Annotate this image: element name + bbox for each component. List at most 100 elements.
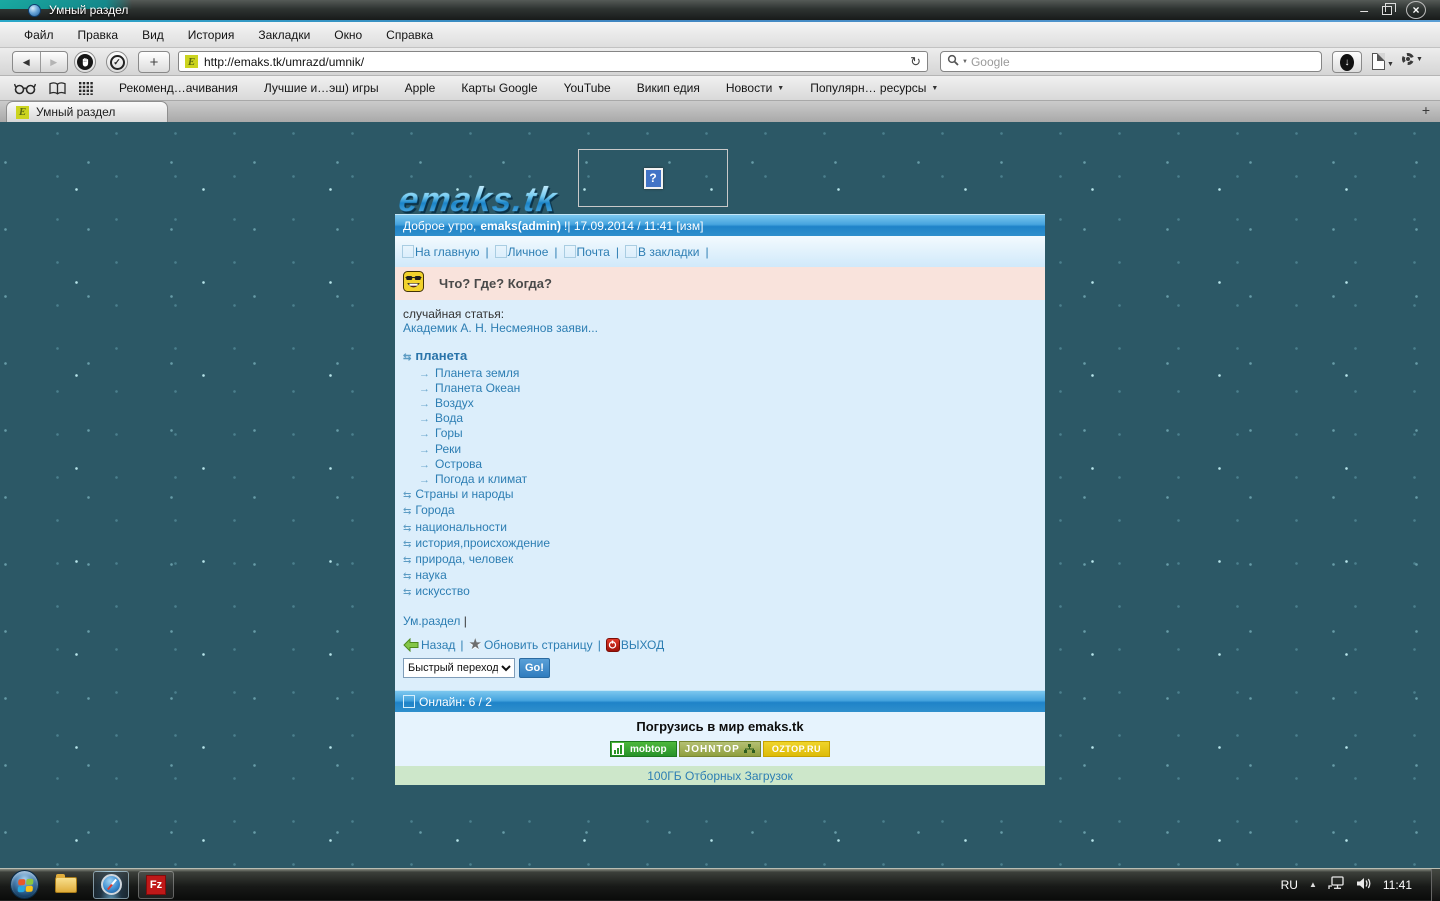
minimize-button[interactable]: –: [1360, 5, 1368, 15]
star-icon: ★: [469, 638, 482, 652]
tray-expand-icon[interactable]: ▲: [1309, 880, 1317, 889]
network-icon[interactable]: [1328, 876, 1345, 893]
smiley-sunglasses-icon: [403, 271, 424, 297]
tree-link[interactable]: история,происхождение: [415, 536, 550, 550]
nav-button-group: ◀ ▶: [12, 51, 68, 73]
taskbar-filezilla-button[interactable]: Fz: [138, 871, 174, 899]
greeting-text: Доброе утро,: [403, 219, 476, 233]
site-logo[interactable]: emaks.tk: [396, 180, 559, 220]
reading-list-icon[interactable]: [14, 82, 36, 95]
menu-window[interactable]: Окно: [322, 28, 374, 42]
url-input[interactable]: [204, 55, 904, 69]
tree-link[interactable]: Вода: [435, 411, 463, 425]
tree-link[interactable]: Города: [415, 503, 454, 517]
volume-icon[interactable]: [1356, 877, 1372, 893]
forward-button[interactable]: ▶: [41, 52, 68, 72]
tree-link[interactable]: Реки: [435, 442, 461, 456]
tree-link[interactable]: Погода и климат: [435, 472, 527, 486]
check-extension-button[interactable]: ✓: [106, 51, 128, 73]
tree-link[interactable]: Планета земля: [435, 366, 519, 380]
tree-link[interactable]: Воздух: [435, 396, 474, 410]
tree-link[interactable]: искусство: [415, 584, 469, 598]
back-button[interactable]: ◀: [13, 52, 41, 72]
bookmark-label: Викип едия: [637, 81, 700, 95]
logout-link[interactable]: ВЫХОД: [621, 638, 664, 652]
tree-link[interactable]: Острова: [435, 457, 482, 471]
window-controls: – ×: [1360, 1, 1426, 19]
bookmark-item-google-maps[interactable]: Карты Google: [448, 81, 550, 95]
bookmark-item-apple[interactable]: Apple: [392, 81, 449, 95]
go-button[interactable]: Go!: [519, 658, 550, 678]
add-bookmark-button[interactable]: +: [138, 51, 170, 73]
menu-file[interactable]: Файл: [12, 28, 66, 42]
nav-link-personal[interactable]: Личное: [508, 245, 549, 259]
address-bar[interactable]: E ↻: [178, 51, 928, 72]
tree-link[interactable]: планета: [415, 348, 467, 363]
quick-jump-select[interactable]: Быстрый переход: [403, 658, 515, 678]
tree-link[interactable]: национальности: [415, 520, 507, 534]
start-button[interactable]: [10, 870, 39, 899]
top-sites-grid-icon[interactable]: [79, 82, 93, 95]
tree-item-voda: →Вода: [403, 411, 1037, 426]
tree-item-planeta-zemlya: →Планета земля: [403, 366, 1037, 381]
tree-link[interactable]: наука: [415, 568, 446, 582]
close-button[interactable]: ×: [1406, 1, 1426, 19]
menu-history[interactable]: История: [176, 28, 247, 42]
restore-button[interactable]: [1382, 6, 1392, 15]
hand-extension-button[interactable]: [74, 51, 96, 73]
um-razdel-link[interactable]: Ум.раздел: [403, 614, 460, 628]
bookmarks-book-icon[interactable]: [49, 82, 66, 95]
bookmark-item-best-games[interactable]: Лучшие и…эш) игры: [251, 81, 392, 95]
search-input[interactable]: [971, 55, 1315, 69]
settings-menu-button[interactable]: ▼: [1402, 53, 1423, 65]
bookmark-item-recommended[interactable]: Рекоменд…ачивания: [106, 81, 251, 95]
johntop-badge[interactable]: JOHNTOP: [679, 741, 761, 757]
back-link[interactable]: Назад: [421, 638, 455, 652]
language-indicator[interactable]: RU: [1281, 878, 1298, 892]
search-bar[interactable]: ▼: [940, 51, 1322, 72]
separator: |: [460, 638, 463, 652]
show-desktop-button[interactable]: [1431, 869, 1440, 901]
refresh-link[interactable]: Обновить страницу: [484, 638, 593, 652]
tab-umny-razdel[interactable]: E Умный раздел: [6, 101, 168, 122]
tree-item-ostrova: → Острова: [403, 457, 1037, 472]
tree-link[interactable]: Планета Океан: [435, 381, 520, 395]
tree-link[interactable]: Горы: [435, 426, 463, 440]
downloads-button[interactable]: ↓: [1332, 51, 1362, 73]
nav-link-mail[interactable]: Почта: [577, 245, 610, 259]
mobtop-badge[interactable]: mobtop: [610, 741, 677, 757]
page-menu-button[interactable]: ▼: [1372, 53, 1394, 70]
search-icon: [947, 53, 959, 71]
window-titlebar: Умный раздел – ×: [0, 0, 1440, 20]
bookmark-item-wikipedia[interactable]: Викип едия: [624, 81, 713, 95]
random-article-link[interactable]: Академик А. Н. Несмеянов заяви...: [403, 321, 598, 335]
nav-link-home[interactable]: На главную: [415, 245, 479, 259]
clock[interactable]: 11:41: [1383, 878, 1412, 892]
username: emaks(admin): [480, 219, 561, 233]
new-tab-button[interactable]: +: [1422, 102, 1430, 118]
promo-area: Погрузись в мир emaks.tk mobtop JOHNTOP …: [395, 712, 1045, 766]
arrow-icon: →: [419, 459, 430, 471]
tree-link[interactable]: Страны и народы: [415, 487, 513, 501]
taskbar-explorer-button[interactable]: [48, 871, 84, 899]
separator: |: [598, 638, 601, 652]
menu-bookmarks[interactable]: Закладки: [246, 28, 322, 42]
menu-help[interactable]: Справка: [374, 28, 445, 42]
menu-edit[interactable]: Правка: [66, 28, 131, 42]
tree-item-strany: ⇆Страны и народы: [403, 487, 1037, 503]
menu-view[interactable]: Вид: [130, 28, 176, 42]
downloads-link[interactable]: 100ГБ Отборных Загрузок: [647, 769, 793, 783]
reload-icon[interactable]: ↻: [910, 54, 921, 70]
tree-item-nauka: ⇆наука: [403, 568, 1037, 584]
tree-link[interactable]: природа, человек: [415, 552, 513, 566]
bookmark-folder-news[interactable]: Новости ▼: [713, 81, 797, 95]
search-engine-caret-icon[interactable]: ▼: [962, 59, 968, 65]
taskbar-safari-button[interactable]: [93, 871, 129, 899]
oztop-badge[interactable]: OZTOP.RU: [763, 741, 830, 757]
nav-link-bookmark[interactable]: В закладки: [638, 245, 700, 259]
bookmark-item-youtube[interactable]: YouTube: [551, 81, 624, 95]
tree-item-nacionalnosti: ⇆национальности: [403, 520, 1037, 536]
page-icon: [1372, 53, 1385, 70]
bookmark-folder-popular[interactable]: Популярн… ресурсы ▼: [797, 81, 951, 95]
page-column: emaks.tk ? Доброе утро, emaks(admin) !| …: [395, 122, 1045, 785]
